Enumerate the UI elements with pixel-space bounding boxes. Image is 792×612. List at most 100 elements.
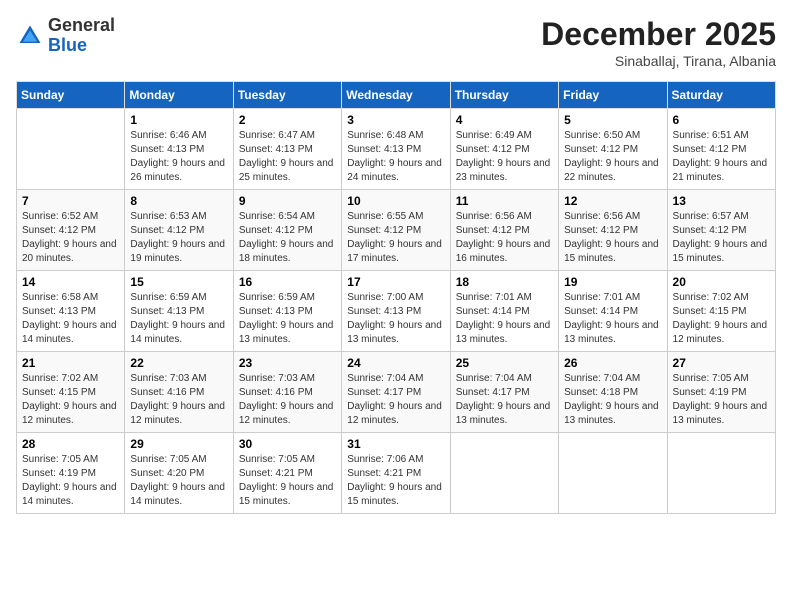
- calendar-cell: 1 Sunrise: 6:46 AMSunset: 4:13 PMDaylight…: [125, 109, 233, 190]
- calendar-cell: 16 Sunrise: 6:59 AMSunset: 4:13 PMDayligh…: [233, 271, 341, 352]
- calendar-cell: 12 Sunrise: 6:56 AMSunset: 4:12 PMDayligh…: [559, 190, 667, 271]
- month-title: December 2025: [541, 16, 776, 53]
- calendar-cell: 19Sunrise: 7:01 AMSunset: 4:14 PMDayligh…: [559, 271, 667, 352]
- calendar-cell: 18 Sunrise: 7:01 AMSunset: 4:14 PMDayligh…: [450, 271, 558, 352]
- calendar-cell: 7 Sunrise: 6:52 AMSunset: 4:12 PMDaylight…: [17, 190, 125, 271]
- calendar-cell: 17Sunrise: 7:00 AMSunset: 4:13 PMDayligh…: [342, 271, 450, 352]
- calendar-cell: [17, 109, 125, 190]
- logo-text: General Blue: [48, 16, 115, 56]
- calendar-cell: 5 Sunrise: 6:50 AMSunset: 4:12 PMDaylight…: [559, 109, 667, 190]
- calendar-cell: 31 Sunrise: 7:06 AMSunset: 4:21 PMDayligh…: [342, 433, 450, 514]
- day-info: Sunrise: 6:52 AMSunset: 4:12 PMDaylight:…: [22, 210, 119, 266]
- calendar-cell: 15 Sunrise: 6:59 AMSunset: 4:13 PMDayligh…: [125, 271, 233, 352]
- day-number: 14: [22, 275, 119, 289]
- day-info: Sunrise: 6:49 AMSunset: 4:12 PMDaylight:…: [456, 129, 553, 185]
- calendar-cell: [667, 433, 775, 514]
- day-info: Sunrise: 6:54 AMSunset: 4:12 PMDaylight:…: [239, 210, 336, 266]
- page-header: General Blue December 2025 Sinaballaj, T…: [16, 16, 776, 69]
- calendar-cell: 29 Sunrise: 7:05 AMSunset: 4:20 PMDayligh…: [125, 433, 233, 514]
- day-info: Sunrise: 7:05 AMSunset: 4:21 PMDaylight:…: [239, 453, 336, 509]
- day-of-week-header: Sunday: [17, 82, 125, 109]
- day-number: 6: [673, 113, 770, 127]
- day-number: 2: [239, 113, 336, 127]
- day-info: Sunrise: 6:53 AMSunset: 4:12 PMDaylight:…: [130, 210, 227, 266]
- calendar-cell: 3 Sunrise: 6:48 AMSunset: 4:13 PMDaylight…: [342, 109, 450, 190]
- day-of-week-header: Tuesday: [233, 82, 341, 109]
- calendar-cell: 11 Sunrise: 6:56 AMSunset: 4:12 PMDayligh…: [450, 190, 558, 271]
- day-number: 10: [347, 194, 444, 208]
- day-info: Sunrise: 7:05 AMSunset: 4:19 PMDaylight:…: [673, 372, 770, 428]
- day-number: 1: [130, 113, 227, 127]
- calendar-cell: 8 Sunrise: 6:53 AMSunset: 4:12 PMDaylight…: [125, 190, 233, 271]
- day-info: Sunrise: 7:03 AMSunset: 4:16 PMDaylight:…: [130, 372, 227, 428]
- day-number: 9: [239, 194, 336, 208]
- day-info: Sunrise: 6:56 AMSunset: 4:12 PMDaylight:…: [456, 210, 553, 266]
- day-number: 24: [347, 356, 444, 370]
- day-info: Sunrise: 7:00 AMSunset: 4:13 PMDaylight:…: [347, 291, 444, 347]
- day-number: 7: [22, 194, 119, 208]
- day-number: 16: [239, 275, 336, 289]
- day-info: Sunrise: 7:06 AMSunset: 4:21 PMDaylight:…: [347, 453, 444, 509]
- day-info: Sunrise: 6:46 AMSunset: 4:13 PMDaylight:…: [130, 129, 227, 185]
- day-info: Sunrise: 6:56 AMSunset: 4:12 PMDaylight:…: [564, 210, 661, 266]
- calendar-cell: 20Sunrise: 7:02 AMSunset: 4:15 PMDayligh…: [667, 271, 775, 352]
- calendar-table: SundayMondayTuesdayWednesdayThursdayFrid…: [16, 81, 776, 514]
- calendar-cell: 30 Sunrise: 7:05 AMSunset: 4:21 PMDayligh…: [233, 433, 341, 514]
- day-of-week-header: Saturday: [667, 82, 775, 109]
- day-number: 12: [564, 194, 661, 208]
- calendar-cell: 27Sunrise: 7:05 AMSunset: 4:19 PMDayligh…: [667, 352, 775, 433]
- day-info: Sunrise: 6:51 AMSunset: 4:12 PMDaylight:…: [673, 129, 770, 185]
- day-info: Sunrise: 6:59 AMSunset: 4:13 PMDaylight:…: [239, 291, 336, 347]
- day-number: 23: [239, 356, 336, 370]
- day-info: Sunrise: 7:04 AMSunset: 4:17 PMDaylight:…: [456, 372, 553, 428]
- day-info: Sunrise: 7:01 AMSunset: 4:14 PMDaylight:…: [456, 291, 553, 347]
- day-info: Sunrise: 7:02 AMSunset: 4:15 PMDaylight:…: [22, 372, 119, 428]
- day-number: 15: [130, 275, 227, 289]
- logo-icon: [16, 22, 44, 50]
- day-of-week-header: Monday: [125, 82, 233, 109]
- day-number: 21: [22, 356, 119, 370]
- day-info: Sunrise: 6:57 AMSunset: 4:12 PMDaylight:…: [673, 210, 770, 266]
- day-number: 22: [130, 356, 227, 370]
- day-of-week-header: Thursday: [450, 82, 558, 109]
- day-number: 4: [456, 113, 553, 127]
- location-subtitle: Sinaballaj, Tirana, Albania: [541, 53, 776, 69]
- day-info: Sunrise: 6:47 AMSunset: 4:13 PMDaylight:…: [239, 129, 336, 185]
- day-info: Sunrise: 6:59 AMSunset: 4:13 PMDaylight:…: [130, 291, 227, 347]
- calendar-week-row: 1 Sunrise: 6:46 AMSunset: 4:13 PMDaylight…: [17, 109, 776, 190]
- calendar-week-row: 28Sunrise: 7:05 AMSunset: 4:19 PMDayligh…: [17, 433, 776, 514]
- day-number: 18: [456, 275, 553, 289]
- day-info: Sunrise: 6:58 AMSunset: 4:13 PMDaylight:…: [22, 291, 119, 347]
- calendar-cell: 28Sunrise: 7:05 AMSunset: 4:19 PMDayligh…: [17, 433, 125, 514]
- day-info: Sunrise: 7:03 AMSunset: 4:16 PMDaylight:…: [239, 372, 336, 428]
- day-number: 29: [130, 437, 227, 451]
- day-number: 31: [347, 437, 444, 451]
- calendar-cell: [559, 433, 667, 514]
- day-info: Sunrise: 7:04 AMSunset: 4:17 PMDaylight:…: [347, 372, 444, 428]
- calendar-cell: 14 Sunrise: 6:58 AMSunset: 4:13 PMDayligh…: [17, 271, 125, 352]
- day-info: Sunrise: 6:48 AMSunset: 4:13 PMDaylight:…: [347, 129, 444, 185]
- day-number: 30: [239, 437, 336, 451]
- calendar-cell: 6 Sunrise: 6:51 AMSunset: 4:12 PMDaylight…: [667, 109, 775, 190]
- calendar-cell: 26 Sunrise: 7:04 AMSunset: 4:18 PMDayligh…: [559, 352, 667, 433]
- calendar-cell: 9 Sunrise: 6:54 AMSunset: 4:12 PMDaylight…: [233, 190, 341, 271]
- day-number: 26: [564, 356, 661, 370]
- title-section: December 2025 Sinaballaj, Tirana, Albani…: [541, 16, 776, 69]
- day-info: Sunrise: 7:05 AMSunset: 4:20 PMDaylight:…: [130, 453, 227, 509]
- day-number: 3: [347, 113, 444, 127]
- calendar-cell: 24 Sunrise: 7:04 AMSunset: 4:17 PMDayligh…: [342, 352, 450, 433]
- day-info: Sunrise: 7:04 AMSunset: 4:18 PMDaylight:…: [564, 372, 661, 428]
- day-info: Sunrise: 6:50 AMSunset: 4:12 PMDaylight:…: [564, 129, 661, 185]
- calendar-cell: 13Sunrise: 6:57 AMSunset: 4:12 PMDayligh…: [667, 190, 775, 271]
- day-number: 11: [456, 194, 553, 208]
- calendar-cell: [450, 433, 558, 514]
- day-number: 5: [564, 113, 661, 127]
- logo: General Blue: [16, 16, 115, 56]
- calendar-week-row: 21 Sunrise: 7:02 AMSunset: 4:15 PMDayligh…: [17, 352, 776, 433]
- calendar-cell: 25Sunrise: 7:04 AMSunset: 4:17 PMDayligh…: [450, 352, 558, 433]
- calendar-cell: 21 Sunrise: 7:02 AMSunset: 4:15 PMDayligh…: [17, 352, 125, 433]
- day-info: Sunrise: 6:55 AMSunset: 4:12 PMDaylight:…: [347, 210, 444, 266]
- calendar-cell: 4 Sunrise: 6:49 AMSunset: 4:12 PMDaylight…: [450, 109, 558, 190]
- day-number: 8: [130, 194, 227, 208]
- calendar-week-row: 7 Sunrise: 6:52 AMSunset: 4:12 PMDaylight…: [17, 190, 776, 271]
